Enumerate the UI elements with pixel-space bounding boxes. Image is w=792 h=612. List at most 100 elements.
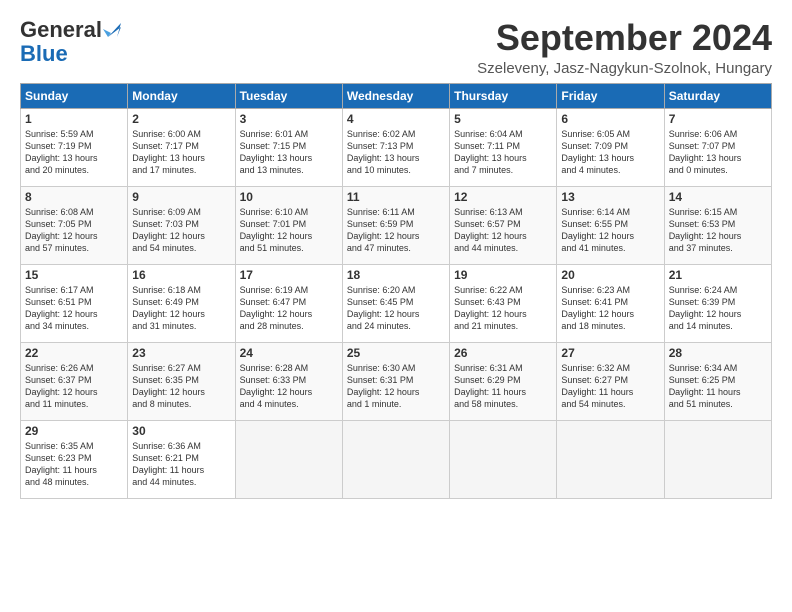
day-number: 17 bbox=[240, 268, 338, 282]
cell-sun-info: Sunrise: 6:05 AM Sunset: 7:09 PM Dayligh… bbox=[561, 128, 659, 177]
table-row: 4 Sunrise: 6:02 AM Sunset: 7:13 PM Daylig… bbox=[342, 108, 449, 186]
cell-sun-info: Sunrise: 6:15 AM Sunset: 6:53 PM Dayligh… bbox=[669, 206, 767, 255]
table-row bbox=[557, 420, 664, 498]
calendar-week-3: 15 Sunrise: 6:17 AM Sunset: 6:51 PM Dayli… bbox=[21, 264, 772, 342]
table-row: 9 Sunrise: 6:09 AM Sunset: 7:03 PM Daylig… bbox=[128, 186, 235, 264]
day-number: 18 bbox=[347, 268, 445, 282]
table-row: 12 Sunrise: 6:13 AM Sunset: 6:57 PM Dayli… bbox=[450, 186, 557, 264]
cell-sun-info: Sunrise: 6:04 AM Sunset: 7:11 PM Dayligh… bbox=[454, 128, 552, 177]
cell-sun-info: Sunrise: 6:20 AM Sunset: 6:45 PM Dayligh… bbox=[347, 284, 445, 333]
table-row: 17 Sunrise: 6:19 AM Sunset: 6:47 PM Dayli… bbox=[235, 264, 342, 342]
day-number: 26 bbox=[454, 346, 552, 360]
day-number: 15 bbox=[25, 268, 123, 282]
table-row: 3Sunrise: 6:01 AM Sunset: 7:15 PM Daylig… bbox=[235, 108, 342, 186]
day-number: 13 bbox=[561, 190, 659, 204]
day-number: 9 bbox=[132, 190, 230, 204]
cell-sun-info: Sunrise: 6:02 AM Sunset: 7:13 PM Dayligh… bbox=[347, 128, 445, 177]
table-row: 13 Sunrise: 6:14 AM Sunset: 6:55 PM Dayli… bbox=[557, 186, 664, 264]
col-thursday: Thursday bbox=[450, 83, 557, 108]
cell-sun-info: Sunrise: 6:06 AM Sunset: 7:07 PM Dayligh… bbox=[669, 128, 767, 177]
table-row: 11 Sunrise: 6:11 AM Sunset: 6:59 PM Dayli… bbox=[342, 186, 449, 264]
table-row bbox=[235, 420, 342, 498]
cell-sun-info: Sunrise: 6:26 AM Sunset: 6:37 PM Dayligh… bbox=[25, 362, 123, 411]
day-number: 27 bbox=[561, 346, 659, 360]
table-row: 2 Sunrise: 6:00 AM Sunset: 7:17 PM Daylig… bbox=[128, 108, 235, 186]
cell-sun-info: Sunrise: 6:24 AM Sunset: 6:39 PM Dayligh… bbox=[669, 284, 767, 333]
month-title: September 2024 bbox=[477, 18, 772, 58]
table-row: 1 Sunrise: 5:59 AM Sunset: 7:19 PM Daylig… bbox=[21, 108, 128, 186]
day-number: 14 bbox=[669, 190, 767, 204]
day-number: 20 bbox=[561, 268, 659, 282]
table-row: 28 Sunrise: 6:34 AM Sunset: 6:25 PM Dayli… bbox=[664, 342, 771, 420]
table-row: 27 Sunrise: 6:32 AM Sunset: 6:27 PM Dayli… bbox=[557, 342, 664, 420]
day-number: 12 bbox=[454, 190, 552, 204]
cell-sun-info: Sunrise: 6:30 AM Sunset: 6:31 PM Dayligh… bbox=[347, 362, 445, 411]
day-number: 5 bbox=[454, 112, 552, 126]
table-row: 5 Sunrise: 6:04 AM Sunset: 7:11 PM Daylig… bbox=[450, 108, 557, 186]
day-number: 10 bbox=[240, 190, 338, 204]
table-row: 18 Sunrise: 6:20 AM Sunset: 6:45 PM Dayli… bbox=[342, 264, 449, 342]
table-row: 15 Sunrise: 6:17 AM Sunset: 6:51 PM Dayli… bbox=[21, 264, 128, 342]
table-row: 10 Sunrise: 6:10 AM Sunset: 7:01 PM Dayli… bbox=[235, 186, 342, 264]
cell-sun-info: Sunrise: 6:17 AM Sunset: 6:51 PM Dayligh… bbox=[25, 284, 123, 333]
cell-sun-info: Sunrise: 6:28 AM Sunset: 6:33 PM Dayligh… bbox=[240, 362, 338, 411]
calendar-week-5: 29 Sunrise: 6:35 AM Sunset: 6:23 PM Dayli… bbox=[21, 420, 772, 498]
day-number: 28 bbox=[669, 346, 767, 360]
day-number: 1 bbox=[25, 112, 123, 126]
col-sunday: Sunday bbox=[21, 83, 128, 108]
cell-sun-info: Sunrise: 6:14 AM Sunset: 6:55 PM Dayligh… bbox=[561, 206, 659, 255]
table-row bbox=[664, 420, 771, 498]
calendar-header-row: Sunday Monday Tuesday Wednesday Thursday… bbox=[21, 83, 772, 108]
cell-sun-info: Sunrise: 6:13 AM Sunset: 6:57 PM Dayligh… bbox=[454, 206, 552, 255]
col-saturday: Saturday bbox=[664, 83, 771, 108]
table-row: 30Sunrise: 6:36 AM Sunset: 6:21 PM Dayli… bbox=[128, 420, 235, 498]
col-friday: Friday bbox=[557, 83, 664, 108]
day-number: 19 bbox=[454, 268, 552, 282]
day-number: 16 bbox=[132, 268, 230, 282]
cell-sun-info: Sunrise: 6:09 AM Sunset: 7:03 PM Dayligh… bbox=[132, 206, 230, 255]
day-number: 29 bbox=[25, 424, 123, 438]
table-row: 16 Sunrise: 6:18 AM Sunset: 6:49 PM Dayli… bbox=[128, 264, 235, 342]
logo: General Blue bbox=[20, 18, 121, 66]
day-number: 11 bbox=[347, 190, 445, 204]
location: Szeleveny, Jasz-Nagykun-Szolnok, Hungary bbox=[477, 60, 772, 77]
cell-sun-info: Sunrise: 6:31 AM Sunset: 6:29 PM Dayligh… bbox=[454, 362, 552, 411]
header: General Blue September 2024 Szeleveny, J… bbox=[20, 18, 772, 77]
day-number: 30 bbox=[132, 424, 230, 438]
table-row: 22 Sunrise: 6:26 AM Sunset: 6:37 PM Dayli… bbox=[21, 342, 128, 420]
day-number: 23 bbox=[132, 346, 230, 360]
cell-sun-info: Sunrise: 6:10 AM Sunset: 7:01 PM Dayligh… bbox=[240, 206, 338, 255]
col-wednesday: Wednesday bbox=[342, 83, 449, 108]
cell-sun-info: Sunrise: 6:32 AM Sunset: 6:27 PM Dayligh… bbox=[561, 362, 659, 411]
cell-sun-info: Sunrise: 6:11 AM Sunset: 6:59 PM Dayligh… bbox=[347, 206, 445, 255]
cell-sun-info: Sunrise: 6:35 AM Sunset: 6:23 PM Dayligh… bbox=[25, 440, 123, 489]
cell-sun-info: Sunrise: 6:00 AM Sunset: 7:17 PM Dayligh… bbox=[132, 128, 230, 177]
cell-sun-info: Sunrise: 5:59 AM Sunset: 7:19 PM Dayligh… bbox=[25, 128, 123, 177]
day-number: 22 bbox=[25, 346, 123, 360]
day-number: 6 bbox=[561, 112, 659, 126]
title-block: September 2024 Szeleveny, Jasz-Nagykun-S… bbox=[477, 18, 772, 77]
day-number: 2 bbox=[132, 112, 230, 126]
cell-sun-info: Sunrise: 6:27 AM Sunset: 6:35 PM Dayligh… bbox=[132, 362, 230, 411]
table-row: 6 Sunrise: 6:05 AM Sunset: 7:09 PM Daylig… bbox=[557, 108, 664, 186]
day-number: 24 bbox=[240, 346, 338, 360]
cell-sun-info: Sunrise: 6:18 AM Sunset: 6:49 PM Dayligh… bbox=[132, 284, 230, 333]
calendar-week-4: 22 Sunrise: 6:26 AM Sunset: 6:37 PM Dayli… bbox=[21, 342, 772, 420]
cell-sun-info: Sunrise: 6:23 AM Sunset: 6:41 PM Dayligh… bbox=[561, 284, 659, 333]
cell-sun-info: Sunrise: 6:08 AM Sunset: 7:05 PM Dayligh… bbox=[25, 206, 123, 255]
day-number: 25 bbox=[347, 346, 445, 360]
calendar-week-1: 1 Sunrise: 5:59 AM Sunset: 7:19 PM Daylig… bbox=[21, 108, 772, 186]
day-number: 4 bbox=[347, 112, 445, 126]
table-row: 7Sunrise: 6:06 AM Sunset: 7:07 PM Daylig… bbox=[664, 108, 771, 186]
col-tuesday: Tuesday bbox=[235, 83, 342, 108]
page: General Blue September 2024 Szeleveny, J… bbox=[0, 0, 792, 612]
table-row: 29 Sunrise: 6:35 AM Sunset: 6:23 PM Dayli… bbox=[21, 420, 128, 498]
cell-sun-info: Sunrise: 6:34 AM Sunset: 6:25 PM Dayligh… bbox=[669, 362, 767, 411]
table-row: 14 Sunrise: 6:15 AM Sunset: 6:53 PM Dayli… bbox=[664, 186, 771, 264]
cell-sun-info: Sunrise: 6:01 AM Sunset: 7:15 PM Dayligh… bbox=[240, 128, 338, 177]
cell-sun-info: Sunrise: 6:19 AM Sunset: 6:47 PM Dayligh… bbox=[240, 284, 338, 333]
table-row: 24 Sunrise: 6:28 AM Sunset: 6:33 PM Dayli… bbox=[235, 342, 342, 420]
logo-blue: Blue bbox=[20, 42, 68, 66]
table-row: 20 Sunrise: 6:23 AM Sunset: 6:41 PM Dayli… bbox=[557, 264, 664, 342]
table-row: 26 Sunrise: 6:31 AM Sunset: 6:29 PM Dayli… bbox=[450, 342, 557, 420]
